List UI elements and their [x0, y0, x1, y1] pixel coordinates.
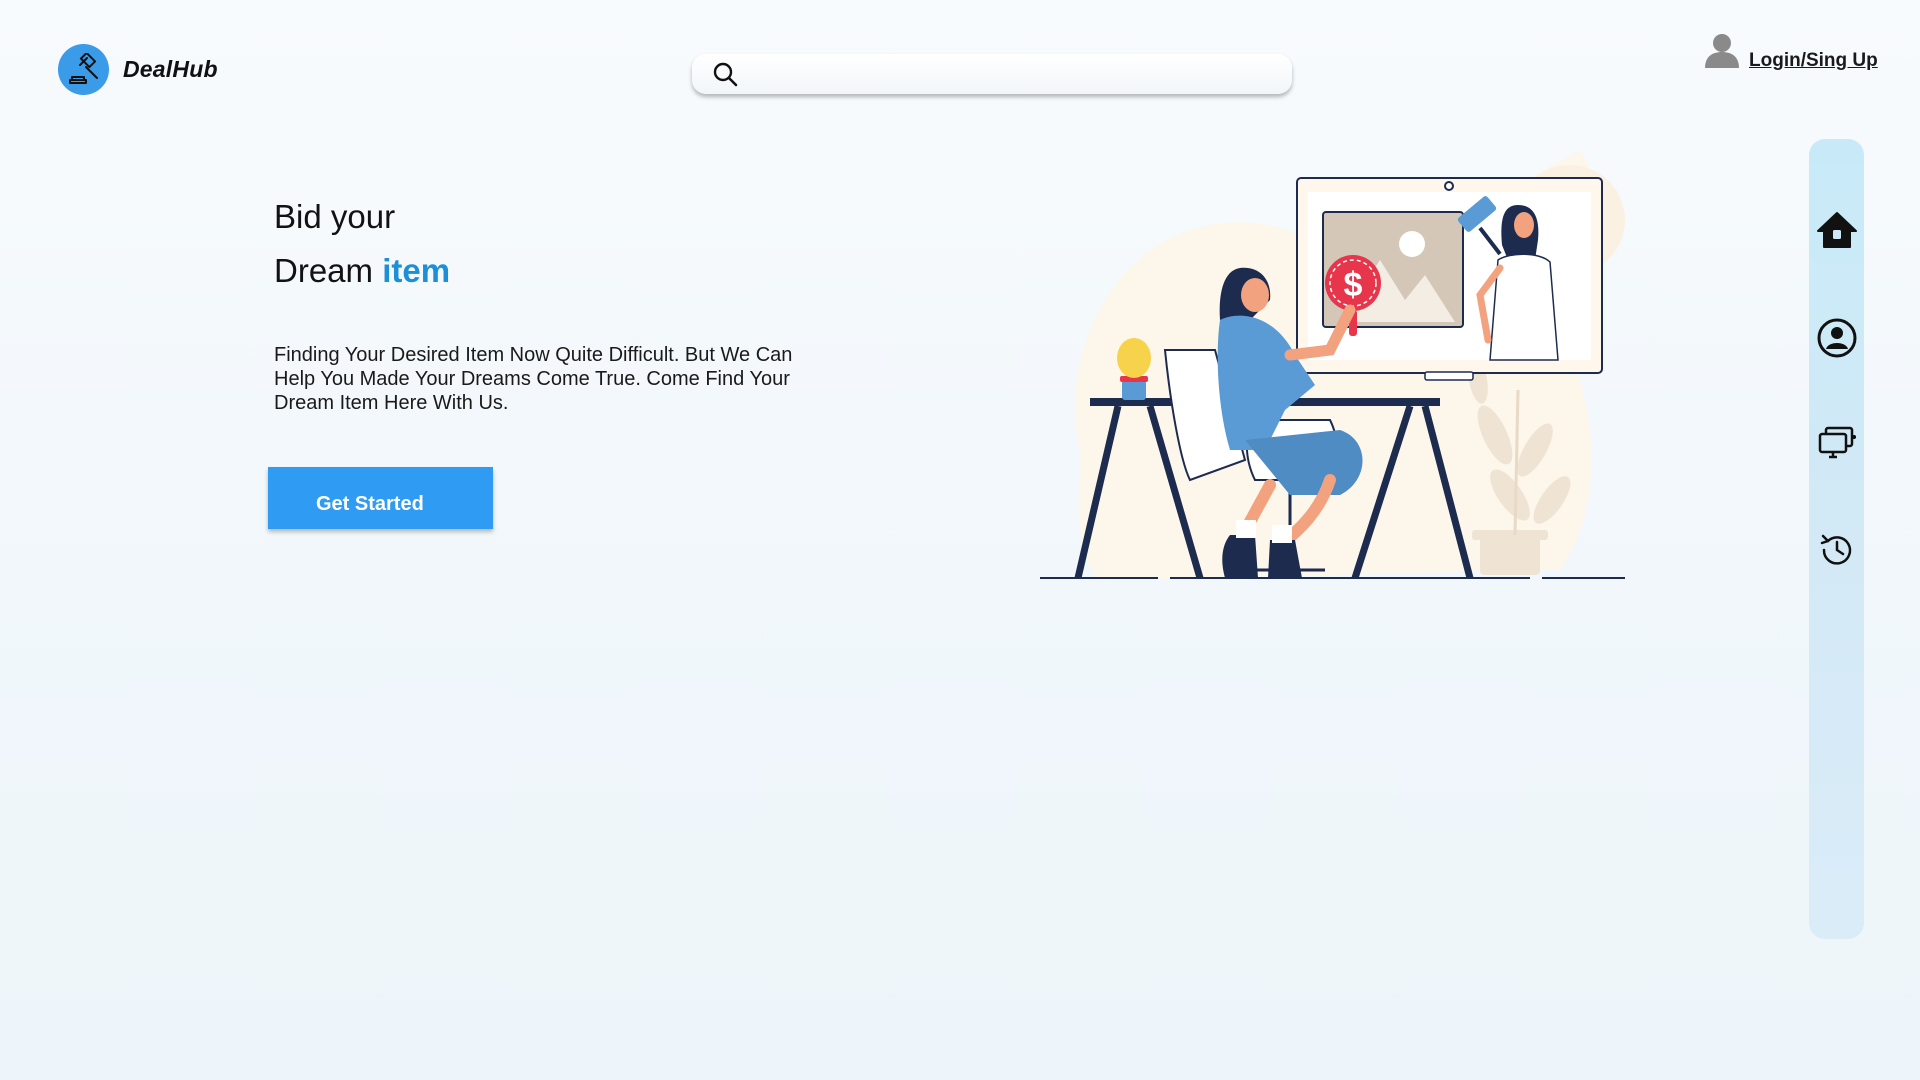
rail-profile-button[interactable] [1809, 316, 1864, 364]
search-bar[interactable] [692, 54, 1292, 94]
login-signup-label: Login/Sing Up [1749, 50, 1878, 71]
search-input[interactable] [750, 62, 1276, 86]
get-started-button[interactable]: Get Started [268, 467, 493, 529]
auctions-icon [1816, 424, 1858, 467]
rail-home-button[interactable] [1809, 208, 1864, 256]
hero-title-plain: Dream [274, 252, 374, 289]
logo-link[interactable]: DealHub [58, 44, 218, 95]
auction-illustration: $ [1040, 150, 1625, 580]
hero-title-line2: Dream item [274, 244, 450, 298]
side-rail [1809, 139, 1864, 939]
user-icon [1704, 32, 1740, 73]
login-signup-link[interactable]: Login/Sing Up [1704, 32, 1878, 73]
search-icon[interactable] [712, 61, 738, 87]
rail-auctions-button[interactable] [1809, 421, 1864, 469]
profile-icon [1816, 317, 1858, 364]
hero-title-line1: Bid your [274, 198, 396, 235]
hero-title: Bid your Dream item [274, 190, 450, 298]
rail-history-button[interactable] [1809, 528, 1864, 576]
home-icon [1816, 211, 1858, 254]
hero-title-accent: item [382, 252, 451, 289]
gavel-icon [58, 44, 109, 95]
price-symbol: $ [1344, 266, 1363, 304]
history-icon [1818, 531, 1856, 574]
hero-description: Finding Your Desired Item Now Quite Diff… [274, 344, 793, 414]
brand-name: DealHub [123, 56, 218, 82]
